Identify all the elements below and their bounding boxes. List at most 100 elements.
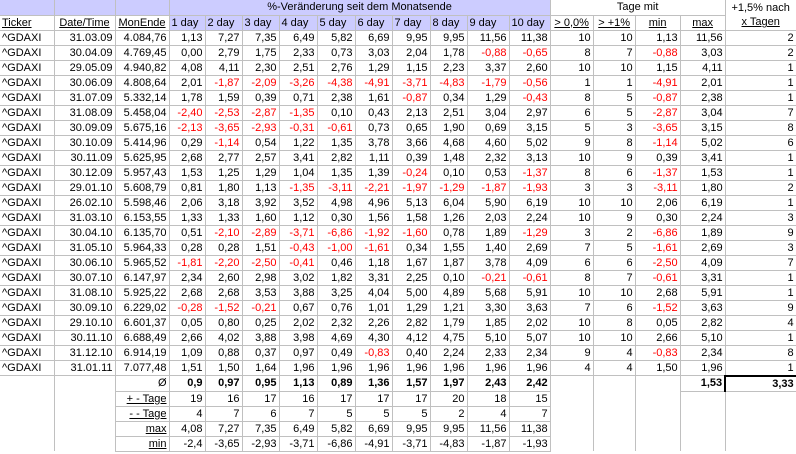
data-cell[interactable]: 4,75 xyxy=(430,330,468,346)
data-cell[interactable]: ^GDAXI xyxy=(0,285,55,301)
data-cell[interactable]: 1,13 xyxy=(242,180,280,196)
data-cell[interactable]: 2,03 xyxy=(467,210,510,226)
data-cell[interactable]: 5,13 xyxy=(392,195,431,211)
data-cell[interactable]: 1,33 xyxy=(169,210,206,226)
data-cell[interactable]: 3,04 xyxy=(680,105,726,121)
data-cell[interactable]: -0,56 xyxy=(509,75,551,91)
data-cell[interactable]: 2,30 xyxy=(242,60,280,76)
data-cell[interactable]: 31.01.11 xyxy=(54,360,116,376)
data-cell[interactable]: 2,38 xyxy=(680,90,726,106)
data-cell[interactable]: 5,91 xyxy=(509,285,551,301)
avg-max-cell[interactable]: 1,53 xyxy=(680,375,726,392)
data-cell[interactable]: -1,35 xyxy=(279,180,318,196)
data-cell[interactable]: 5,10 xyxy=(467,330,510,346)
data-cell[interactable]: 30.09.10 xyxy=(54,300,116,316)
data-cell[interactable]: ^GDAXI xyxy=(0,30,55,46)
data-cell[interactable]: 9 xyxy=(550,345,594,361)
summary-cell[interactable]: 11,56 xyxy=(467,421,510,437)
data-cell[interactable]: 6.147,97 xyxy=(115,270,170,286)
data-cell[interactable]: -3,11 xyxy=(635,180,681,196)
data-cell[interactable]: 1,59 xyxy=(205,90,243,106)
data-cell[interactable]: 1,55 xyxy=(430,240,468,256)
data-cell[interactable]: -2,09 xyxy=(242,75,280,91)
data-cell[interactable]: 3,03 xyxy=(680,45,726,61)
data-cell[interactable]: 3,52 xyxy=(279,195,318,211)
data-cell[interactable]: 3,92 xyxy=(242,195,280,211)
data-cell[interactable]: 30.04.10 xyxy=(54,225,116,241)
summary-cell[interactable]: -3,65 xyxy=(205,436,243,452)
data-cell[interactable]: ^GDAXI xyxy=(0,150,55,166)
data-cell[interactable]: 3,31 xyxy=(355,270,393,286)
data-cell[interactable]: 31.03.10 xyxy=(54,210,116,226)
data-cell[interactable]: 6 xyxy=(593,300,636,316)
data-cell[interactable]: -6,86 xyxy=(635,225,681,241)
data-cell[interactable]: 4,69 xyxy=(317,330,356,346)
data-cell[interactable]: 2,32 xyxy=(317,315,356,331)
data-cell[interactable]: 2,24 xyxy=(509,210,551,226)
data-cell[interactable]: 1 xyxy=(725,330,796,346)
data-cell[interactable]: 29.10.10 xyxy=(54,315,116,331)
data-cell[interactable]: ^GDAXI xyxy=(0,345,55,361)
data-cell[interactable]: -2,13 xyxy=(169,120,206,136)
data-cell[interactable]: ^GDAXI xyxy=(0,135,55,151)
data-cell[interactable]: 0,30 xyxy=(635,210,681,226)
data-cell[interactable]: -1,37 xyxy=(509,165,551,181)
column-header[interactable]: max xyxy=(680,15,726,31)
data-cell[interactable]: -1,97 xyxy=(392,180,431,196)
data-cell[interactable]: 1,85 xyxy=(467,315,510,331)
summary-cell[interactable]: 5,82 xyxy=(317,421,356,437)
data-cell[interactable]: 9 xyxy=(550,135,594,151)
data-cell[interactable]: 6 xyxy=(593,255,636,271)
data-cell[interactable]: 1 xyxy=(725,165,796,181)
data-cell[interactable]: 30.06.09 xyxy=(54,75,116,91)
data-cell[interactable]: -0,83 xyxy=(355,345,393,361)
column-header[interactable]: 8 day xyxy=(430,15,468,31)
data-cell[interactable]: 2,51 xyxy=(279,60,318,76)
data-cell[interactable]: 6 xyxy=(593,165,636,181)
summary-cell[interactable]: 0,89 xyxy=(317,375,356,392)
data-cell[interactable]: 2,51 xyxy=(430,105,468,121)
data-cell[interactable]: 5,68 xyxy=(467,285,510,301)
summary-cell[interactable]: -3,71 xyxy=(279,436,318,452)
data-cell[interactable]: 2,34 xyxy=(169,270,206,286)
summary-cell[interactable]: 1,13 xyxy=(279,375,318,392)
data-cell[interactable]: 5 xyxy=(593,240,636,256)
data-cell[interactable]: 0,28 xyxy=(169,240,206,256)
data-cell[interactable]: 1,80 xyxy=(680,180,726,196)
data-cell[interactable]: 1,29 xyxy=(355,60,393,76)
summary-cell[interactable]: 16 xyxy=(279,391,318,407)
data-cell[interactable]: 2,33 xyxy=(467,345,510,361)
data-cell[interactable]: 5.414,96 xyxy=(115,135,170,151)
data-cell[interactable]: 2,06 xyxy=(169,195,206,211)
data-cell[interactable]: -1,92 xyxy=(355,225,393,241)
data-cell[interactable]: 1 xyxy=(593,75,636,91)
data-cell[interactable]: 5,90 xyxy=(467,195,510,211)
data-cell[interactable]: 0,51 xyxy=(169,225,206,241)
summary-cell[interactable]: 4 xyxy=(467,406,510,422)
data-cell[interactable]: ^GDAXI xyxy=(0,360,55,376)
data-cell[interactable]: 1,96 xyxy=(279,360,318,376)
data-cell[interactable]: ^GDAXI xyxy=(0,240,55,256)
data-cell[interactable]: 0,67 xyxy=(279,300,318,316)
data-cell[interactable]: -1,87 xyxy=(205,75,243,91)
data-cell[interactable]: 0,10 xyxy=(430,270,468,286)
data-cell[interactable]: 31.03.09 xyxy=(54,30,116,46)
data-cell[interactable]: 5.458,04 xyxy=(115,105,170,121)
data-cell[interactable]: 2,06 xyxy=(635,195,681,211)
column-header[interactable]: 3 day xyxy=(242,15,280,31)
summary-cell[interactable]: 17 xyxy=(355,391,393,407)
data-cell[interactable]: -1,87 xyxy=(467,180,510,196)
data-cell[interactable]: 0,10 xyxy=(317,105,356,121)
data-cell[interactable]: 4,98 xyxy=(317,195,356,211)
summary-cell[interactable]: 4,08 xyxy=(169,421,206,437)
data-cell[interactable]: 1,78 xyxy=(430,45,468,61)
column-header[interactable]: 9 day xyxy=(467,15,510,31)
data-cell[interactable]: 1,89 xyxy=(467,225,510,241)
data-cell[interactable]: 0,49 xyxy=(317,345,356,361)
data-cell[interactable]: 2 xyxy=(593,225,636,241)
data-cell[interactable]: 7 xyxy=(725,255,796,271)
data-cell[interactable]: 2,82 xyxy=(317,150,356,166)
column-header[interactable]: 1 day xyxy=(169,15,206,31)
data-cell[interactable]: 1,35 xyxy=(317,135,356,151)
data-cell[interactable]: ^GDAXI xyxy=(0,255,55,271)
